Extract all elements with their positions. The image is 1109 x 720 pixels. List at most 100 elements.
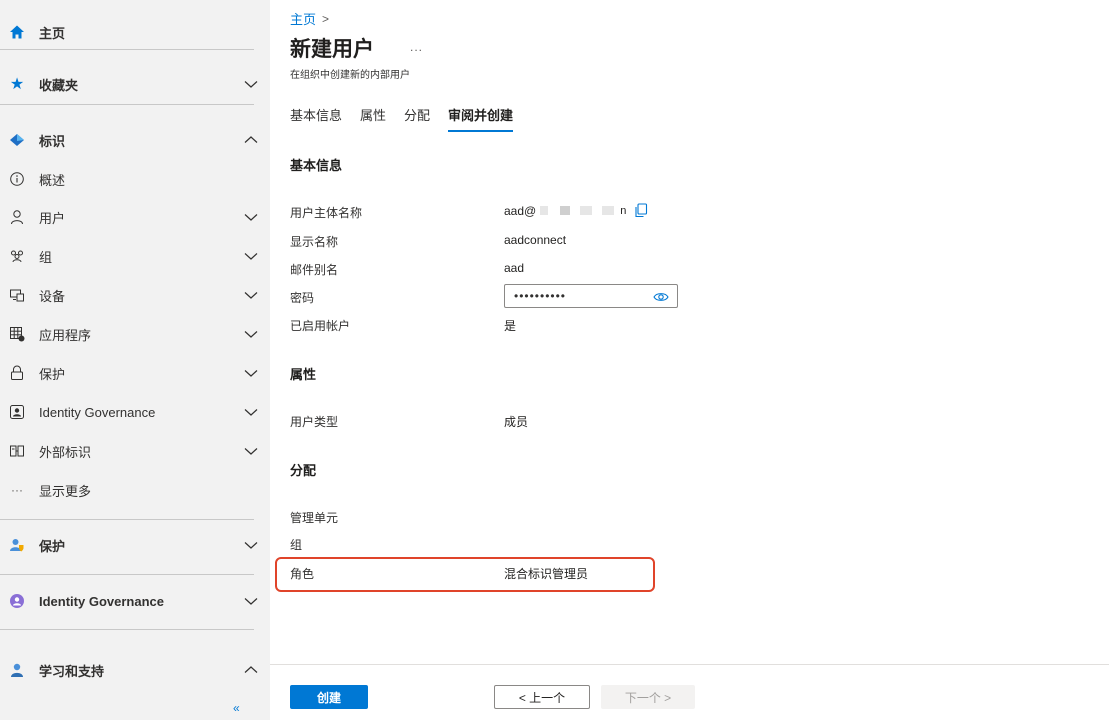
password-label: 密码: [290, 291, 315, 305]
breadcrumb-separator: >: [322, 11, 330, 26]
create-button[interactable]: 创建: [290, 685, 368, 709]
tab-assignments[interactable]: 分配: [404, 105, 430, 132]
chevron-down-icon[interactable]: [243, 209, 259, 225]
display-name-label: 显示名称: [290, 235, 339, 249]
more-options-button[interactable]: ...: [410, 40, 423, 54]
sidebar-divider: [0, 629, 254, 630]
tab-review-create[interactable]: 审阅并创建: [448, 105, 514, 132]
upn-value-start: aad@: [504, 203, 537, 218]
tab-basics[interactable]: 基本信息: [290, 105, 342, 132]
chevron-down-icon[interactable]: [243, 287, 259, 303]
mail-nickname-label: 邮件别名: [290, 263, 339, 277]
redacted-block: [540, 206, 549, 215]
section-title-basics: 基本信息: [290, 158, 343, 173]
admin-units-label: 管理单元: [290, 511, 339, 525]
sidebar-divider: [0, 519, 254, 520]
sidebar-item-label: 标识: [39, 133, 66, 149]
sidebar-item-label: Identity Governance: [39, 404, 156, 420]
sidebar-item-label: 学习和支持: [39, 663, 105, 679]
breadcrumb-home-link[interactable]: 主页: [290, 9, 316, 28]
user-type-label: 用户类型: [290, 415, 339, 429]
sidebar-item-label: 应用程序: [39, 327, 92, 343]
home-icon: [8, 23, 26, 41]
previous-button[interactable]: < 上一个: [494, 685, 590, 709]
sidebar-item-identity[interactable]: 标识: [0, 121, 270, 159]
chevron-up-icon[interactable]: [243, 662, 259, 678]
chevron-down-icon[interactable]: [243, 248, 259, 264]
collapse-sidebar-icon[interactable]: «: [233, 701, 240, 715]
star-icon: ★: [9, 76, 25, 93]
sidebar-item-learn-support[interactable]: 学习和支持: [0, 651, 270, 689]
chevron-down-icon[interactable]: [243, 404, 259, 420]
main-content: 主页 > 新建用户 ... 在组织中创建新的内部用户 基本信息 属性 分配 审阅…: [270, 0, 1109, 720]
info-icon: [8, 170, 26, 188]
devices-icon: [8, 286, 26, 304]
chevron-down-icon[interactable]: [243, 443, 259, 459]
user-type-value: 成员: [504, 415, 529, 429]
chevron-down-icon[interactable]: [243, 326, 259, 342]
chevron-up-icon[interactable]: [243, 132, 259, 148]
sidebar-item-overview[interactable]: 概述: [0, 160, 270, 198]
next-button[interactable]: 下一个 >: [601, 685, 695, 709]
footer-divider: [270, 664, 1109, 665]
breadcrumb: 主页 >: [290, 9, 329, 28]
identity-governance-colored-icon: [8, 592, 26, 610]
more-dots-icon: ···: [11, 483, 23, 497]
groups-label: 组: [290, 538, 303, 552]
section-title-properties: 属性: [290, 367, 317, 382]
identity-diamond-icon: [8, 131, 26, 149]
learn-support-user-icon: [8, 661, 26, 679]
sidebar-item-users[interactable]: 用户: [0, 198, 270, 236]
sidebar-item-identity-governance[interactable]: Identity Governance: [0, 393, 270, 431]
chevron-down-icon[interactable]: [243, 365, 259, 381]
redacted-block: [560, 206, 571, 215]
external-identities-icon: [8, 442, 26, 460]
sidebar-item-groups[interactable]: 组: [0, 237, 270, 275]
account-enabled-value: 是: [504, 319, 517, 333]
sidebar-item-label: 保护: [39, 538, 66, 554]
eye-icon[interactable]: [653, 290, 669, 304]
sidebar-item-label: Identity Governance: [39, 593, 164, 609]
sidebar-item-label: 组: [39, 249, 53, 265]
sidebar-item-label: 设备: [39, 288, 66, 304]
sidebar-item-protection[interactable]: 保护: [0, 354, 270, 392]
sidebar-item-external-identities[interactable]: 外部标识: [0, 432, 270, 470]
copy-icon[interactable]: [634, 203, 648, 218]
redacted-block: [602, 206, 615, 215]
roles-highlight-box: [275, 557, 655, 592]
sidebar-item-devices[interactable]: 设备: [0, 276, 270, 314]
upn-value: aad@ n: [504, 203, 648, 218]
sidebar-item-label: 概述: [39, 172, 66, 188]
wizard-tabs: 基本信息 属性 分配 审阅并创建: [290, 105, 531, 132]
sidebar-item-label: 保护: [39, 366, 66, 382]
sidebar-item-identity-governance-section[interactable]: Identity Governance: [0, 582, 270, 620]
sidebar-divider: [0, 104, 254, 105]
sidebar-item-protection-section[interactable]: 保护: [0, 526, 270, 564]
chevron-down-icon[interactable]: [243, 537, 259, 553]
sidebar-item-label: 显示更多: [39, 483, 92, 499]
sidebar-item-label: 主页: [39, 25, 66, 41]
mail-nickname-value: aad: [504, 261, 525, 275]
redacted-block: [580, 206, 593, 215]
sidebar-item-home[interactable]: 主页: [0, 13, 270, 51]
chevron-down-icon[interactable]: [243, 76, 259, 92]
tab-properties[interactable]: 属性: [360, 105, 386, 132]
user-shield-icon: [8, 536, 26, 554]
chevron-down-icon[interactable]: [243, 593, 259, 609]
sidebar-item-label: 用户: [39, 210, 66, 226]
sidebar: 主页 ★ 收藏夹 标识 概述 用户 组 设备 应用程序 保护 Identity …: [0, 0, 270, 720]
display-name-value: aadconnect: [504, 233, 567, 247]
page-title: 新建用户: [290, 38, 374, 61]
lock-icon: [8, 364, 26, 382]
upn-label: 用户主体名称: [290, 206, 363, 220]
account-enabled-label: 已启用帐户: [290, 319, 351, 333]
sidebar-item-label: 收藏夹: [39, 77, 79, 93]
password-masked-value: ••••••••••: [514, 289, 567, 303]
sidebar-item-show-more[interactable]: ··· 显示更多: [0, 471, 270, 509]
identity-governance-icon: [8, 403, 26, 421]
page-subtitle: 在组织中创建新的内部用户: [290, 70, 410, 81]
sidebar-item-applications[interactable]: 应用程序: [0, 315, 270, 353]
sidebar-divider: [0, 49, 254, 50]
password-field[interactable]: ••••••••••: [504, 284, 678, 308]
sidebar-item-favorites[interactable]: ★ 收藏夹: [0, 65, 270, 103]
